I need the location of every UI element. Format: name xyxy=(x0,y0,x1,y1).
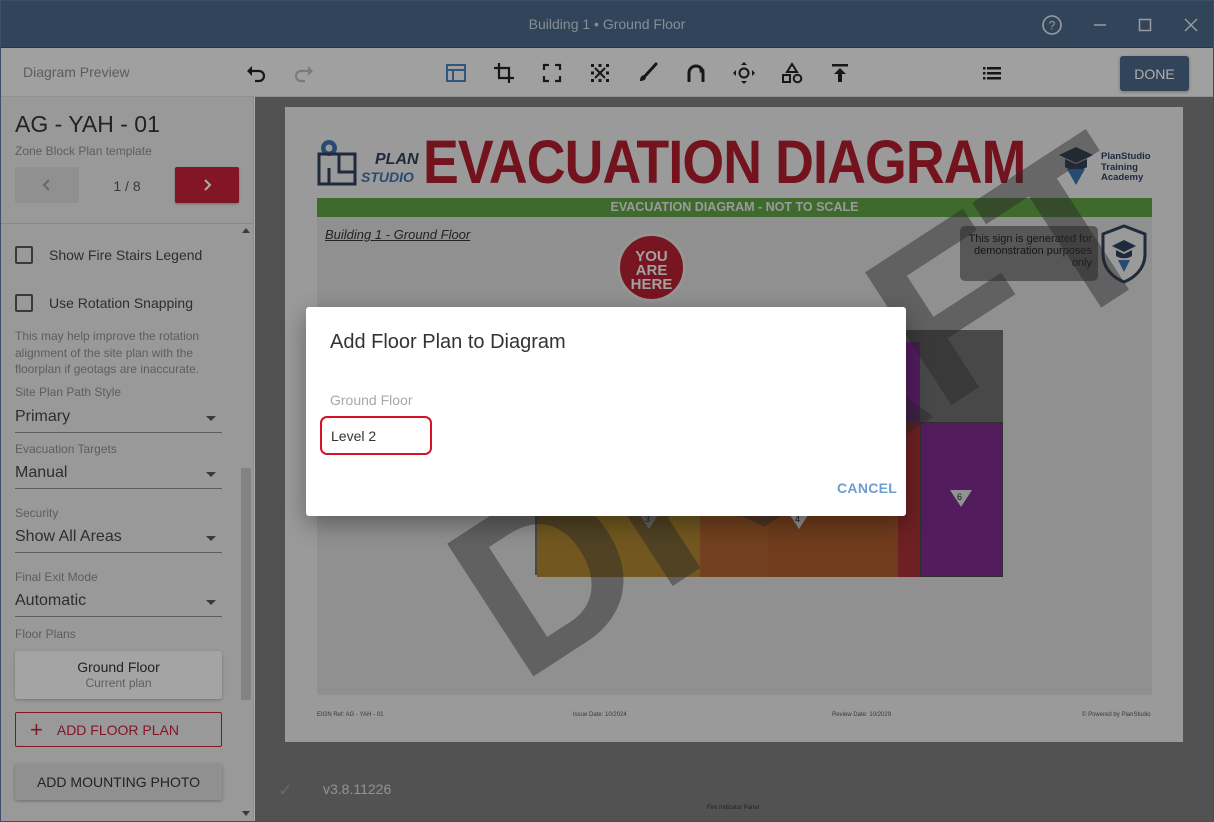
floor-option-ground-floor: Ground Floor xyxy=(330,392,413,408)
dialog-title: Add Floor Plan to Diagram xyxy=(330,331,566,353)
cancel-button[interactable]: CANCEL xyxy=(837,480,897,496)
add-floor-plan-dialog: Add Floor Plan to Diagram Ground Floor L… xyxy=(306,307,906,516)
floor-option-level-2[interactable]: Level 2 xyxy=(320,416,432,455)
